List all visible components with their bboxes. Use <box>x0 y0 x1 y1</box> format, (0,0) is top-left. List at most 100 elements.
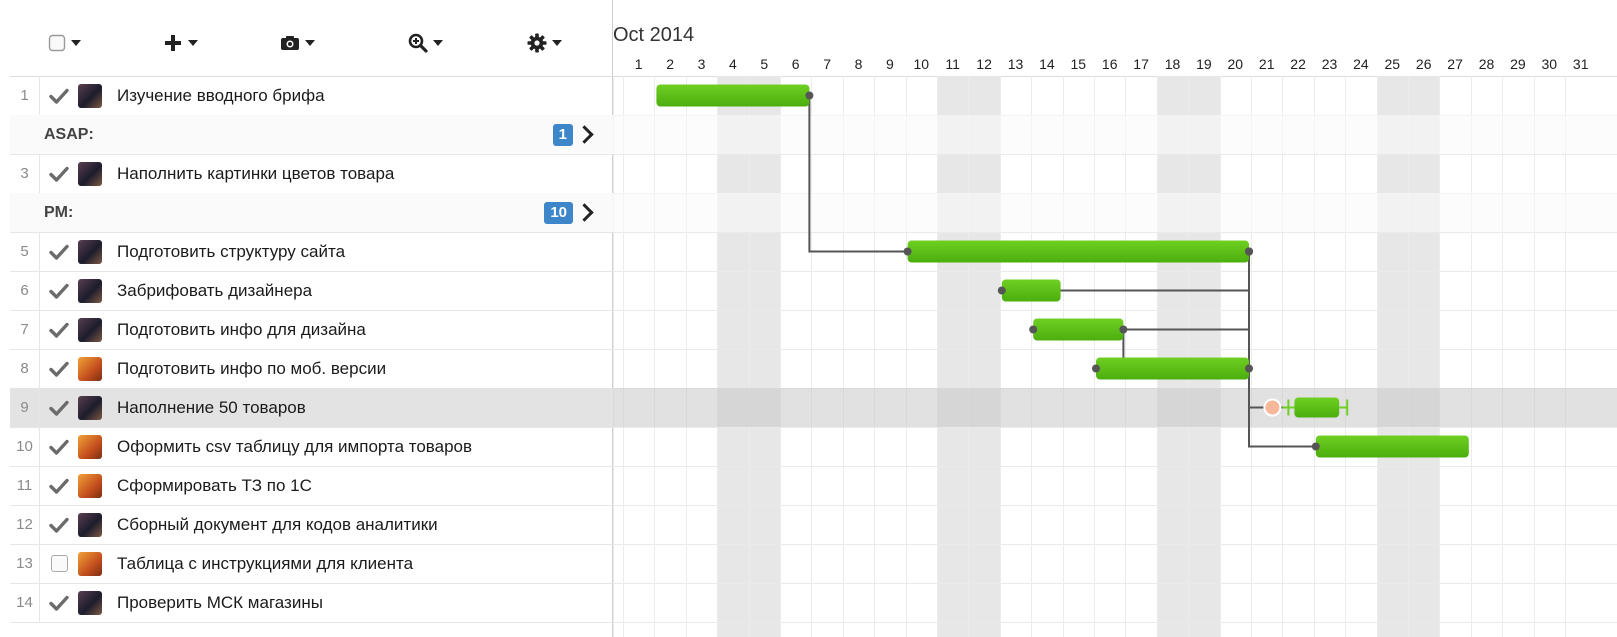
row-number: 9 <box>10 388 40 427</box>
select-all-menu[interactable] <box>48 30 81 56</box>
group-count-badge: 10 <box>544 201 573 224</box>
task-name[interactable]: Подготовить структуру сайта <box>117 242 345 262</box>
status-cell <box>40 555 78 572</box>
group-row[interactable]: ASAP: 1 <box>10 115 613 155</box>
task-row[interactable]: 14 Проверить МСК магазины <box>10 583 613 623</box>
day-number: 5 <box>760 56 769 72</box>
task-row[interactable]: 7 Подготовить инфо для дизайна <box>10 310 613 350</box>
done-check-icon[interactable] <box>49 361 69 377</box>
task-row[interactable]: 1 Изучение вводного брифа <box>10 76 613 116</box>
day-number: 29 <box>1510 56 1526 72</box>
plus-icon <box>163 33 183 53</box>
avatar <box>78 434 102 459</box>
done-check-icon[interactable] <box>49 322 69 338</box>
gantt-app: 1 Изучение вводного брифа ASAP: 1 3 Наполнить… <box>0 0 1617 637</box>
link-end-dot <box>1311 442 1320 451</box>
camera-icon <box>280 35 300 51</box>
avatar <box>78 278 102 303</box>
task-name[interactable]: Сборный документ для кодов аналитики <box>117 515 438 535</box>
task-bar[interactable] <box>1294 397 1340 418</box>
done-check-icon[interactable] <box>49 88 69 104</box>
group-title: PM: <box>44 203 74 221</box>
task-row[interactable]: 11 Сформировать ТЗ по 1С <box>10 466 613 506</box>
done-check-icon[interactable] <box>49 439 69 455</box>
task-bar[interactable] <box>656 84 810 107</box>
row-number: 8 <box>10 349 40 388</box>
done-check-icon[interactable] <box>49 166 69 182</box>
link-drag-handle[interactable] <box>1263 398 1282 417</box>
snapshot-menu[interactable] <box>280 30 315 56</box>
row-number: 1 <box>10 76 40 115</box>
status-cell <box>40 322 78 338</box>
task-name[interactable]: Оформить csv таблицу для импорта товаров <box>117 437 472 457</box>
day-number: 23 <box>1321 56 1338 72</box>
day-number: 11 <box>945 56 960 72</box>
avatar <box>78 356 102 381</box>
task-bar[interactable] <box>1315 435 1469 458</box>
status-cell <box>40 166 78 182</box>
task-name[interactable]: Подготовить инфо для дизайна <box>117 320 366 340</box>
day-number: 6 <box>791 56 800 72</box>
row-number: 13 <box>10 544 40 583</box>
day-number: 3 <box>697 56 706 72</box>
task-name[interactable]: Наполнить картинки цветов товара <box>117 164 394 184</box>
group-row[interactable]: PM: 10 <box>10 193 613 233</box>
task-bar[interactable] <box>1001 279 1061 302</box>
task-row[interactable]: 6 Забрифовать дизайнера <box>10 271 613 311</box>
done-check-icon[interactable] <box>49 517 69 533</box>
link-end-dot <box>1119 325 1128 334</box>
task-name[interactable]: Таблица с инструкциями для клиента <box>117 554 413 574</box>
task-row[interactable]: 12 Сборный документ для кодов аналитики <box>10 505 613 545</box>
day-number: 12 <box>976 56 992 72</box>
task-name[interactable]: Наполнение 50 товаров <box>117 398 306 418</box>
chevron-right-icon[interactable] <box>575 125 594 144</box>
done-check-icon[interactable] <box>49 478 69 494</box>
avatar <box>78 512 102 537</box>
chevron-right-icon[interactable] <box>575 203 594 222</box>
row-number: 10 <box>10 427 40 466</box>
task-bar[interactable] <box>1096 357 1249 380</box>
day-number: 21 <box>1258 56 1275 72</box>
task-bar[interactable] <box>1033 318 1124 341</box>
task-name[interactable]: Забрифовать дизайнера <box>117 281 312 301</box>
avatar <box>78 590 102 615</box>
dependency-link <box>808 95 908 253</box>
month-label: Oct 2014 <box>613 24 695 46</box>
done-check-icon[interactable] <box>49 283 69 299</box>
link-end-dot <box>997 286 1006 295</box>
checkbox-icon <box>48 34 66 52</box>
task-checkbox[interactable] <box>50 555 68 572</box>
avatar <box>78 161 102 186</box>
task-name[interactable]: Изучение вводного брифа <box>117 86 325 106</box>
day-number: 19 <box>1196 56 1212 72</box>
done-check-icon[interactable] <box>49 595 69 611</box>
task-name[interactable]: Подготовить инфо по моб. версии <box>117 359 386 379</box>
row-number: 14 <box>10 583 40 622</box>
status-cell <box>40 517 78 533</box>
avatar <box>78 317 102 342</box>
task-row[interactable]: 5 Подготовить структуру сайта <box>10 232 613 272</box>
zoom-icon <box>408 33 428 53</box>
status-cell <box>40 283 78 299</box>
day-number: 24 <box>1353 56 1369 72</box>
task-bar[interactable] <box>907 240 1249 263</box>
task-row[interactable]: 9 Наполнение 50 товаров <box>10 388 613 428</box>
done-check-icon[interactable] <box>49 244 69 260</box>
gear-icon <box>527 33 547 53</box>
task-name[interactable]: Сформировать ТЗ по 1С <box>117 476 312 496</box>
add-task-menu[interactable] <box>163 30 198 56</box>
day-number: 2 <box>666 56 674 72</box>
status-cell <box>40 244 78 260</box>
task-name[interactable]: Проверить МСК магазины <box>117 593 323 613</box>
settings-menu[interactable] <box>527 30 562 56</box>
task-row[interactable]: 8 Подготовить инфо по моб. версии <box>10 349 613 389</box>
task-row[interactable]: 3 Наполнить картинки цветов товара <box>10 154 613 194</box>
task-row[interactable]: 10 Оформить csv таблицу для импорта товар… <box>10 427 613 467</box>
task-row[interactable]: 13 Таблица с инструкциями для клиента <box>10 544 613 584</box>
zoom-menu[interactable] <box>408 30 443 56</box>
grid-toolbar <box>10 10 613 77</box>
done-check-icon[interactable] <box>49 400 69 416</box>
chevron-down-icon <box>71 40 81 46</box>
status-cell <box>40 361 78 377</box>
day-number: 13 <box>1007 56 1024 72</box>
